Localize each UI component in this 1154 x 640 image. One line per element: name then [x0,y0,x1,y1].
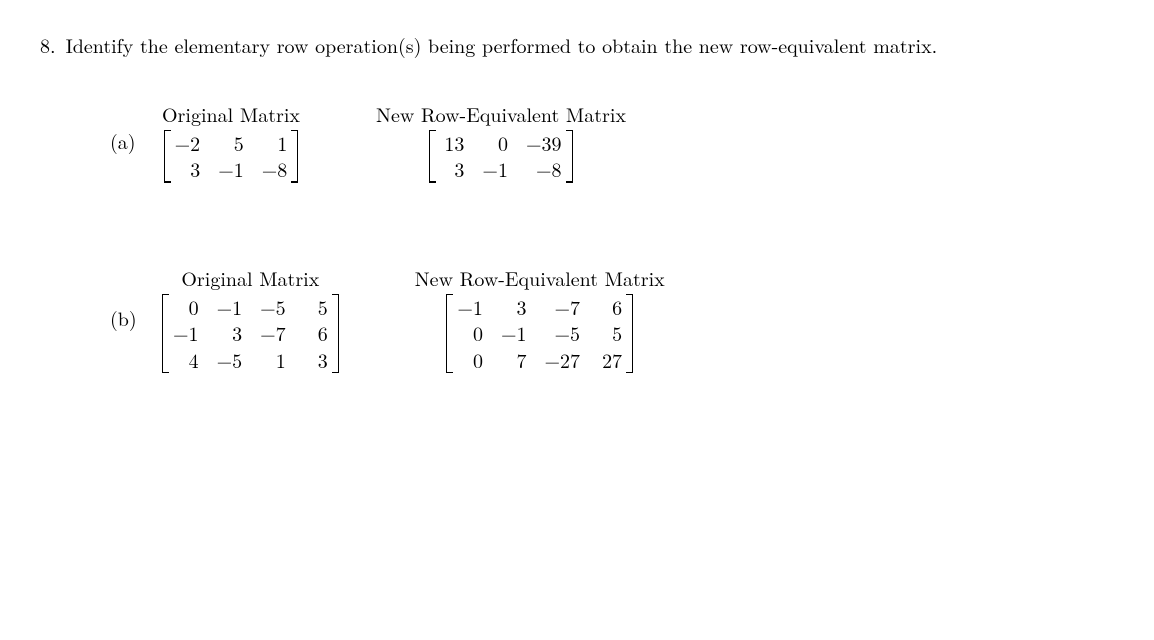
question-text: Identify the elementary row operation(s)… [66,31,1114,58]
matrix-cell: −39 [526,132,562,154]
matrix-column: New Row-Equivalent Matrix 13 0 −39 3 −1 −8 [376,99,626,183]
column-title: New Row-Equivalent Matrix [415,263,665,292]
matrix-cell: 7 [501,349,527,371]
matrix-cell: −1 [501,322,527,344]
matrix-cell: 0 [457,322,483,344]
matrix-cell: 5 [304,296,328,318]
matrix-column: Original Matrix −2 51 3 −1 −8 [162,99,300,183]
matrix-cell: 6 [598,296,622,318]
column-title: Original Matrix [181,263,319,292]
matrix-cell: 1 [262,132,288,154]
matrix-cell: −5 [217,349,243,371]
subproblem: (b)Original Matrix0−1−55−13−764−513New R… [110,263,1114,373]
result-matrix: 13 0 −39 3 −1 −8 [429,130,572,183]
matrix-cell: 3 [501,296,527,318]
subproblem-label: (b) [110,303,144,332]
original-matrix: 0 −1 −5 5 −1 3 −7 6 4 −5 13 [162,294,339,373]
matrix-cell: 3 [440,158,464,180]
matrix-cell: −5 [545,322,581,344]
matrix-cell: −7 [545,296,581,318]
original-matrix: −2 51 3 −1 −8 [164,130,299,183]
matrix-column: Original Matrix 0 −1 −5 5 −1 3 −7 6 4 −5 13 [162,263,339,373]
matrix-cell: −1 [457,296,483,318]
matrix-cell: 5 [598,322,622,344]
column-title: Original Matrix [162,99,300,128]
matrix-cell: 27 [598,349,622,371]
matrix-cell: −8 [262,158,288,180]
matrix-cell: −1 [217,296,243,318]
matrix-cell: 0 [482,132,508,154]
matrix-cell: −8 [526,158,562,180]
matrix-cell: −2 [175,132,201,154]
matrix-cell: 3 [217,322,243,344]
matrix-cell: 4 [173,349,199,371]
matrix-cell: 5 [218,132,244,154]
matrix-cell: 6 [304,322,328,344]
matrix-cell: −7 [260,322,286,344]
matrix-cell: 1 [260,349,286,371]
question-line: 8. Identify the elementary row operation… [40,30,1114,59]
subproblem-label: (a) [110,126,144,155]
matrix-cell: −1 [173,322,199,344]
problems-container: (a)Original Matrix−2513−1−8New Row-Equiv… [40,99,1114,373]
matrix-cell: 13 [440,132,464,154]
matrix-cell: 3 [175,158,201,180]
matrix-cell: −5 [260,296,286,318]
result-matrix: −1 3 −7 6 0 −1 −5 5 07 −27 27 [446,294,633,373]
matrix-cell: −1 [218,158,244,180]
subproblem: (a)Original Matrix−2513−1−8New Row-Equiv… [110,99,1114,183]
matrix-cell: −1 [482,158,508,180]
matrix-cell: 0 [173,296,199,318]
matrix-cell: 3 [304,349,328,371]
question-number: 8. [40,30,56,59]
matrix-column: New Row-Equivalent Matrix −1 3 −7 6 0 −1 −5 5 07−… [415,263,665,373]
column-title: New Row-Equivalent Matrix [376,99,626,128]
matrix-cell: −27 [545,349,581,371]
matrix-cell: 0 [457,349,483,371]
